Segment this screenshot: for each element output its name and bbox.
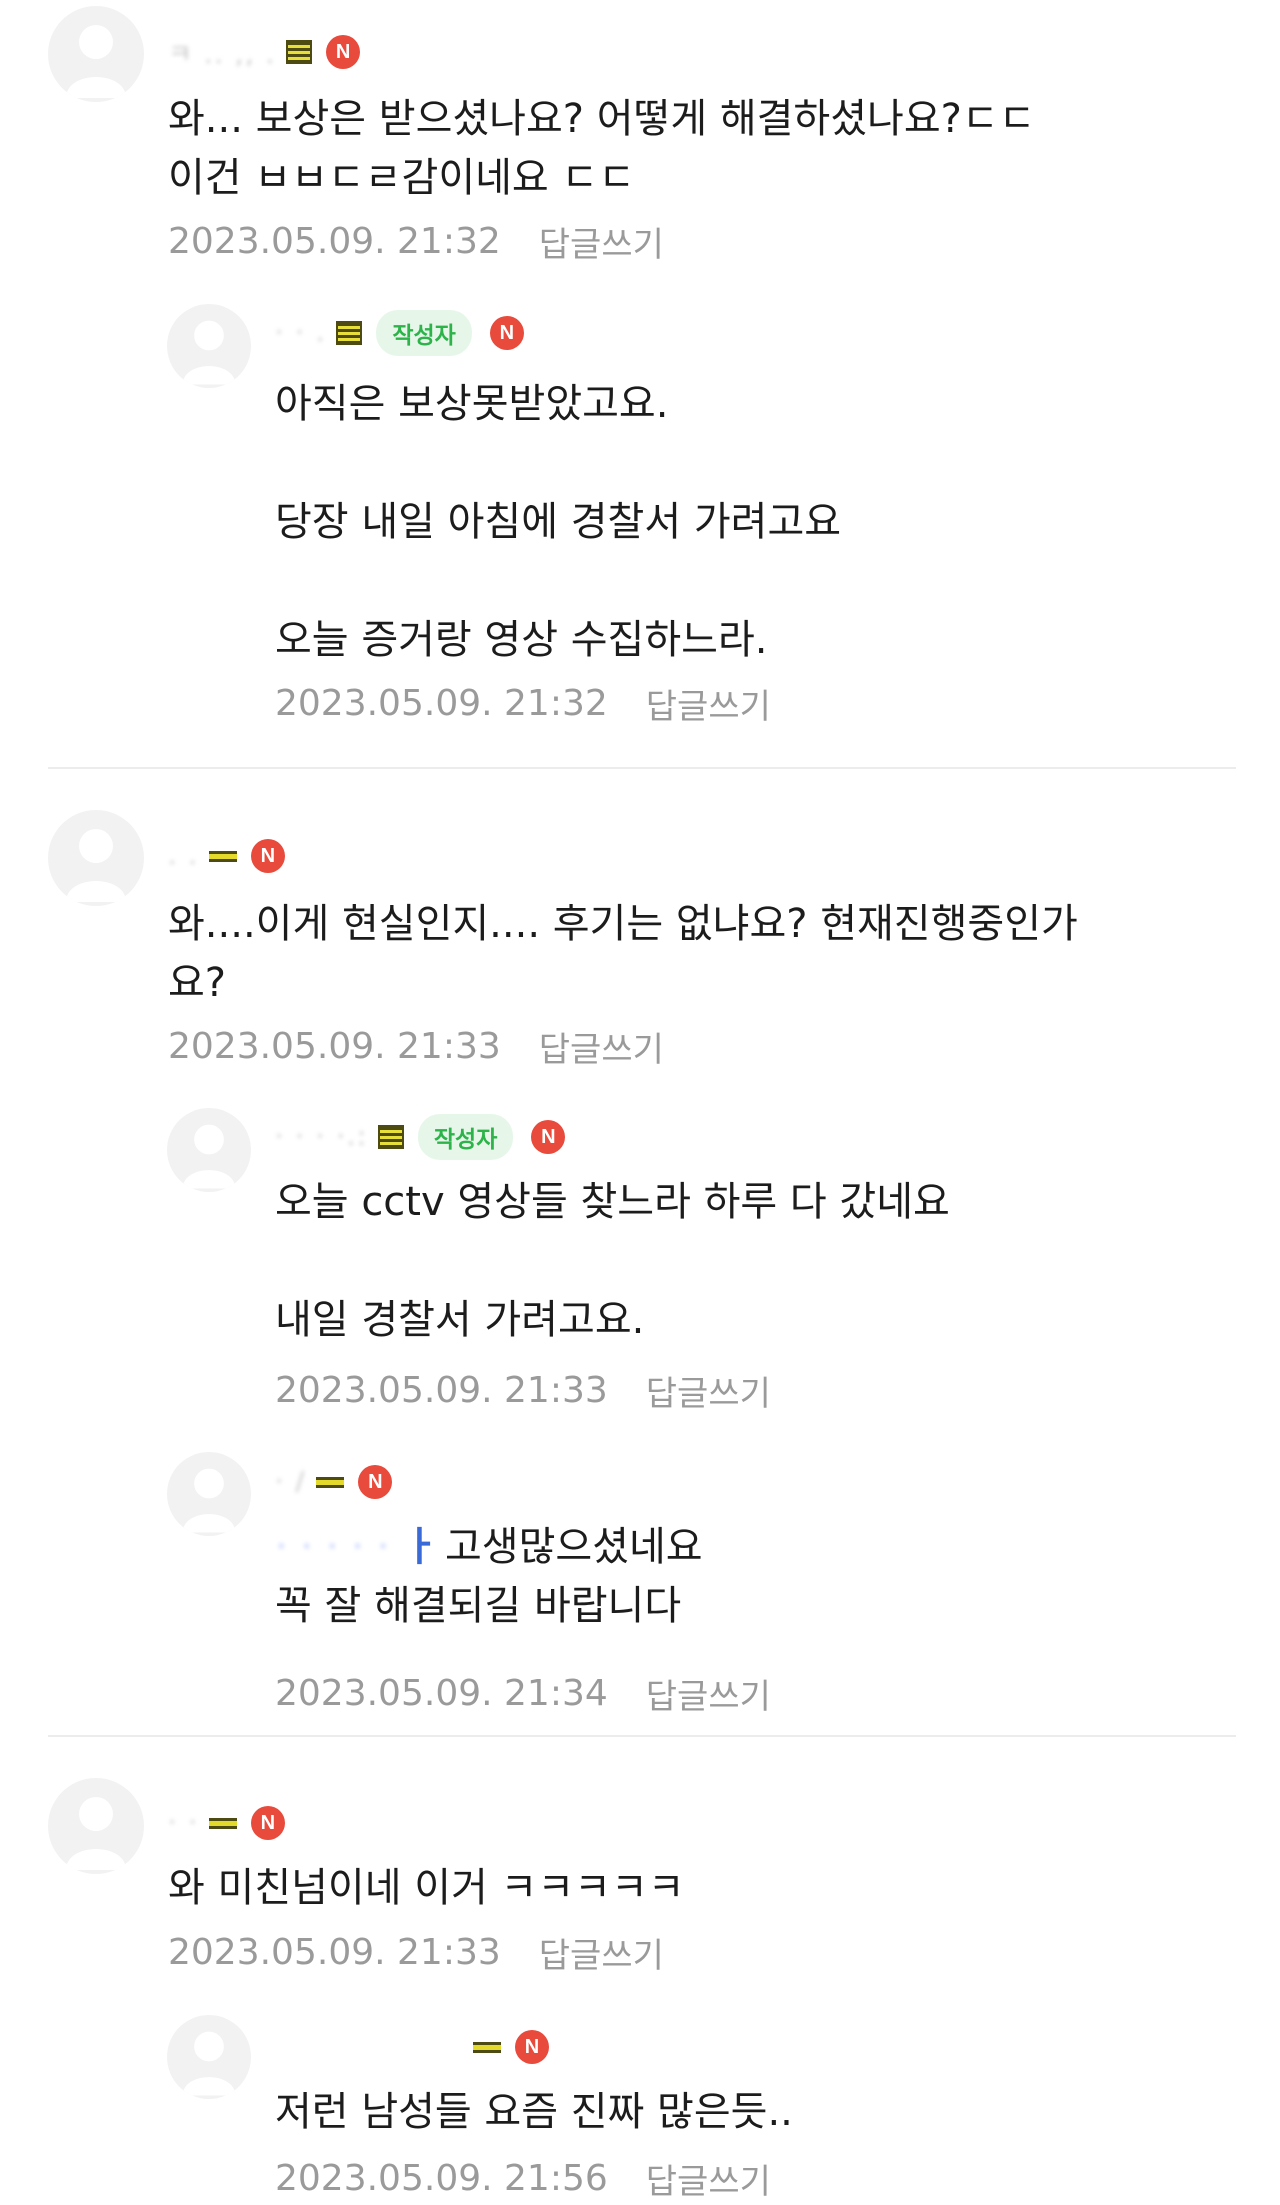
default-profile-icon	[66, 829, 126, 902]
avatar[interactable]	[167, 1452, 251, 1536]
default-profile-icon	[66, 1797, 126, 1870]
comment-footer: 2023.05.09. 21:33 답글쓰기	[168, 1022, 664, 1071]
comment-divider	[48, 1735, 1236, 1737]
reply-button[interactable]: 답글쓰기	[646, 1366, 771, 1415]
nickname[interactable]: . .	[168, 841, 199, 871]
comment-footer: 2023.05.09. 21:32 답글쓰기	[275, 679, 771, 728]
nickname[interactable]: ㅋ .. ,, .	[168, 34, 276, 71]
member-level-icon	[377, 1125, 404, 1149]
comment-body: 와... 보상은 받으셨나요? 어떻게 해결하셨나요?ㄷㄷ 이건 ㅂㅂㄷㄹ감이네…	[168, 96, 1036, 201]
comment-item: . . N 와....이게 현실인지.... 후기는 없냐요? 현재진행중인가 …	[0, 800, 1280, 1080]
new-badge-icon: N	[250, 1806, 285, 1840]
default-profile-icon	[182, 2031, 236, 2096]
comment-meta: · / N	[275, 1464, 393, 1500]
reply-button[interactable]: 답글쓰기	[646, 1669, 771, 1718]
nickname[interactable]: · /	[275, 1467, 306, 1497]
reply-item: · · · ·.: 작성자 N 오늘 cctv 영상들 찾느라 하루 다 갔네요…	[0, 1095, 1280, 1425]
avatar[interactable]	[48, 1778, 144, 1874]
comment-date: 2023.05.09. 21:33	[168, 1931, 501, 1973]
comment-meta: ㅋ .. ,, . N	[168, 34, 361, 71]
comment-body: 와....이게 현실인지.... 후기는 없냐요? 현재진행중인가 요?	[168, 901, 1078, 1006]
avatar[interactable]	[48, 810, 144, 906]
mention-mark: ㅏ	[402, 1524, 439, 1570]
comment-footer: 2023.05.09. 21:32 답글쓰기	[168, 217, 664, 266]
comment-item: · · N 와 미친넘이네 이거 ㅋㅋㅋㅋㅋ 2023.05.09. 21:33…	[0, 1770, 1280, 1985]
new-badge-icon: N	[326, 35, 361, 69]
comment-item: ㅋ .. ,, . N 와... 보상은 받으셨나요? 어떻게 해결하셨나요?ㄷ…	[0, 0, 1280, 270]
comment-footer: 2023.05.09. 21:33 답글쓰기	[275, 1366, 771, 1415]
reply-item: · / N · · · · · ㅏ 고생많으셨네요 꼭 잘 해결되길 바랍니다 2…	[0, 1440, 1280, 1717]
comment-body: 아직은 보상못받았고요. 당장 내일 아침에 경찰서 가려고요 오늘 증거랑 영…	[275, 381, 842, 663]
nickname[interactable]: · · .	[275, 318, 326, 348]
reply-button[interactable]: 답글쓰기	[646, 679, 771, 728]
avatar[interactable]	[167, 1108, 251, 1192]
comment-footer: 2023.05.09. 21:33 답글쓰기	[168, 1928, 664, 1977]
default-profile-icon	[182, 320, 236, 385]
default-profile-icon	[66, 25, 126, 98]
member-level-icon	[316, 1476, 345, 1488]
comment-body: · · · · · ㅏ 고생많으셨네요 꼭 잘 해결되길 바랍니다	[275, 1518, 703, 1636]
nickname[interactable]: · ·	[168, 1808, 199, 1838]
avatar[interactable]	[167, 304, 251, 388]
comment-date: 2023.05.09. 21:33	[275, 1369, 608, 1411]
author-badge: 작성자	[417, 1114, 514, 1160]
nickname[interactable]: · · · ·.:	[275, 1122, 368, 1152]
member-level-icon	[336, 321, 363, 345]
member-level-icon	[473, 2041, 501, 2053]
reply-button[interactable]: 답글쓰기	[539, 1022, 664, 1071]
comment-date: 2023.05.09. 21:32	[168, 220, 501, 262]
new-badge-icon: N	[515, 2030, 549, 2064]
comment-meta: · · N	[168, 1805, 285, 1841]
comment-footer: 2023.05.09. 21:56 답글쓰기	[275, 2154, 771, 2203]
comment-body: 오늘 cctv 영상들 찾느라 하루 다 갔네요 내일 경찰서 가려고요.	[275, 1179, 950, 1343]
comment-meta: N	[463, 2029, 549, 2065]
reply-item: · · . 작성자 N 아직은 보상못받았고요. 당장 내일 아침에 경찰서 가…	[0, 290, 1280, 740]
comment-body: 저런 남성들 요즘 진짜 많은듯..	[275, 2089, 793, 2135]
comment-meta: · · · ·.: 작성자 N	[275, 1114, 566, 1160]
comment-meta: . . N	[168, 838, 285, 874]
comment-body: 와 미친넘이네 이거 ㅋㅋㅋㅋㅋ	[168, 1865, 685, 1911]
reply-item: N 저런 남성들 요즘 진짜 많은듯.. 2023.05.09. 21:56 답…	[0, 2000, 1280, 2205]
new-badge-icon: N	[250, 839, 285, 873]
new-badge-icon: N	[531, 1120, 566, 1154]
comment-date: 2023.05.09. 21:56	[275, 2157, 608, 2199]
reply-button[interactable]: 답글쓰기	[539, 217, 664, 266]
new-badge-icon: N	[489, 316, 524, 350]
comment-divider	[48, 767, 1236, 769]
avatar[interactable]	[167, 2015, 251, 2099]
member-level-icon	[208, 850, 237, 862]
author-badge: 작성자	[376, 310, 472, 356]
reply-button[interactable]: 답글쓰기	[646, 2154, 771, 2203]
comment-footer: 2023.05.09. 21:34 답글쓰기	[275, 1669, 771, 1718]
comment-meta: · · . 작성자 N	[275, 310, 524, 356]
comment-date: 2023.05.09. 21:34	[275, 1672, 608, 1714]
comment-date: 2023.05.09. 21:33	[168, 1025, 501, 1067]
comment-date: 2023.05.09. 21:32	[275, 682, 608, 724]
mention-name[interactable]: · · · · ·	[275, 1524, 389, 1570]
default-profile-icon	[182, 1468, 236, 1533]
default-profile-icon	[182, 1124, 236, 1189]
avatar[interactable]	[48, 6, 144, 102]
reply-button[interactable]: 답글쓰기	[539, 1928, 664, 1977]
member-level-icon	[208, 1817, 237, 1829]
member-level-icon	[286, 40, 313, 64]
new-badge-icon: N	[358, 1465, 393, 1499]
